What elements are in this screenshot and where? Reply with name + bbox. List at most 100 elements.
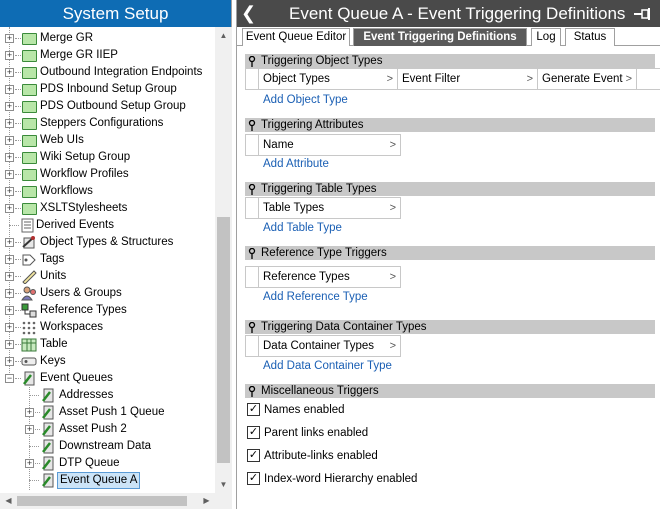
event-triggering-panel: ❮ Event Queue A - Event Triggering Defin… xyxy=(236,0,660,509)
expand-icon[interactable]: + xyxy=(5,170,14,179)
editor-tabs: Event Queue Editor Event Triggering Defi… xyxy=(237,27,660,46)
expand-icon[interactable]: + xyxy=(5,153,14,162)
add-table-type-link[interactable]: Add Table Type xyxy=(263,222,342,234)
reference-icon xyxy=(21,303,37,318)
add-data-container-type-link[interactable]: Add Data Container Type xyxy=(263,360,392,372)
pushpin-icon[interactable] xyxy=(248,322,256,333)
back-arrow-icon[interactable]: ❮ xyxy=(241,0,257,27)
scrollbar-corner xyxy=(215,493,232,509)
pushpin-icon[interactable] xyxy=(248,120,256,131)
system-setup-tree: + Merge GR + Merge GR IIEP + Outbound In… xyxy=(0,27,215,493)
queue-icon xyxy=(42,456,54,471)
expand-icon[interactable]: + xyxy=(25,408,34,417)
pushpin-icon[interactable] xyxy=(248,56,256,67)
parent-links-enabled-checkbox[interactable]: ✓ xyxy=(247,426,260,439)
expand-icon[interactable]: + xyxy=(5,85,14,94)
reference-types-grid: Reference Types > xyxy=(245,266,401,288)
pushpin-icon[interactable] xyxy=(248,184,256,195)
add-attribute-link[interactable]: Add Attribute xyxy=(263,158,329,170)
folder-icon xyxy=(22,169,37,181)
folder-icon xyxy=(22,135,37,147)
chevron-right-icon: > xyxy=(389,340,396,352)
expand-icon[interactable]: + xyxy=(5,34,14,43)
tag-icon xyxy=(22,254,36,266)
expand-icon[interactable]: + xyxy=(5,187,14,196)
tab-event-triggering-definitions[interactable]: Event Triggering Definitions xyxy=(353,28,527,46)
column-reference-types[interactable]: Reference Types > xyxy=(258,267,401,288)
expand-icon[interactable]: + xyxy=(5,357,14,366)
column-object-types[interactable]: Object Types > xyxy=(258,69,398,90)
expand-icon[interactable]: + xyxy=(5,323,14,332)
attributes-grid: Name > xyxy=(245,134,401,156)
expand-icon[interactable]: + xyxy=(5,51,14,60)
section-header-reference-types: Reference Type Triggers xyxy=(245,246,655,260)
folder-icon xyxy=(22,84,37,96)
scrollbar-thumb[interactable] xyxy=(217,217,230,463)
folder-icon xyxy=(22,50,37,62)
pushpin-icon[interactable] xyxy=(248,386,256,397)
tree-vertical-scrollbar[interactable]: ▲ ▼ xyxy=(215,27,232,493)
folder-icon xyxy=(22,152,37,164)
section-header-misc-triggers: Miscellaneous Triggers xyxy=(245,384,655,398)
queue-icon xyxy=(42,422,54,437)
scroll-down-arrow-icon[interactable]: ▼ xyxy=(215,476,232,493)
panel-title: System Setup xyxy=(0,0,231,27)
pushpin-icon[interactable] xyxy=(248,248,256,259)
editor-title-bar: ❮ Event Queue A - Event Triggering Defin… xyxy=(237,0,660,27)
collapse-icon[interactable]: − xyxy=(5,374,14,383)
section-header-table-types: Triggering Table Types xyxy=(245,182,655,196)
object-types-icon xyxy=(22,236,35,249)
expand-icon[interactable]: + xyxy=(5,306,14,315)
triggering-definitions-content: Triggering Object Types Object Types > E… xyxy=(237,46,660,509)
chevron-right-icon: > xyxy=(625,73,632,85)
queue-icon xyxy=(23,371,35,386)
expand-icon[interactable]: + xyxy=(25,425,34,434)
expand-icon[interactable]: + xyxy=(5,340,14,349)
add-reference-type-link[interactable]: Add Reference Type xyxy=(263,291,368,303)
tab-status[interactable]: Status xyxy=(565,28,615,46)
queue-icon xyxy=(42,388,54,403)
scroll-left-arrow-icon[interactable]: ◀ xyxy=(0,493,17,509)
names-enabled-checkbox[interactable]: ✓ xyxy=(247,403,260,416)
chevron-right-icon: > xyxy=(389,202,396,214)
tab-log[interactable]: Log xyxy=(531,28,561,46)
expand-icon[interactable]: + xyxy=(5,119,14,128)
column-name[interactable]: Name > xyxy=(258,135,401,156)
scroll-right-arrow-icon[interactable]: ▶ xyxy=(198,493,215,509)
pin-icon[interactable] xyxy=(633,7,653,21)
expand-icon[interactable]: + xyxy=(5,255,14,264)
section-header-data-container-types: Triggering Data Container Types xyxy=(245,320,655,334)
column-event-filter[interactable]: Event Filter > xyxy=(398,69,538,90)
queue-icon xyxy=(42,405,54,420)
expand-icon[interactable]: + xyxy=(5,238,14,247)
folder-icon xyxy=(22,67,37,79)
scroll-up-arrow-icon[interactable]: ▲ xyxy=(215,27,232,44)
attribute-links-enabled-checkbox[interactable]: ✓ xyxy=(247,449,260,462)
expand-icon[interactable]: + xyxy=(25,459,34,468)
key-icon xyxy=(21,357,37,366)
scrollbar-thumb[interactable] xyxy=(17,496,187,506)
tree-horizontal-scrollbar[interactable]: ◀ ▶ xyxy=(0,493,232,509)
data-container-types-grid: Data Container Types > xyxy=(245,335,401,357)
expand-icon[interactable]: + xyxy=(5,204,14,213)
chevron-right-icon: > xyxy=(386,73,393,85)
column-data-container-types[interactable]: Data Container Types > xyxy=(258,336,401,357)
folder-icon xyxy=(22,118,37,130)
system-setup-panel: System Setup + Merge GR + Merge GR IIEP … xyxy=(0,0,232,509)
chevron-right-icon: > xyxy=(389,271,396,283)
index-word-hierarchy-enabled-checkbox[interactable]: ✓ xyxy=(247,472,260,485)
folder-icon xyxy=(22,101,37,113)
expand-icon[interactable]: + xyxy=(5,68,14,77)
expand-icon[interactable]: + xyxy=(5,136,14,145)
folder-icon xyxy=(22,186,37,198)
tab-event-queue-editor[interactable]: Event Queue Editor xyxy=(242,28,350,46)
add-object-type-link[interactable]: Add Object Type xyxy=(263,94,348,106)
list-icon xyxy=(21,218,34,233)
table-icon xyxy=(21,338,37,352)
expand-icon[interactable]: + xyxy=(5,102,14,111)
workspace-icon xyxy=(22,321,36,335)
expand-icon[interactable]: + xyxy=(5,289,14,298)
column-table-types[interactable]: Table Types > xyxy=(258,198,401,219)
column-generate-event[interactable]: Generate Event > xyxy=(538,69,637,90)
expand-icon[interactable]: + xyxy=(5,272,14,281)
